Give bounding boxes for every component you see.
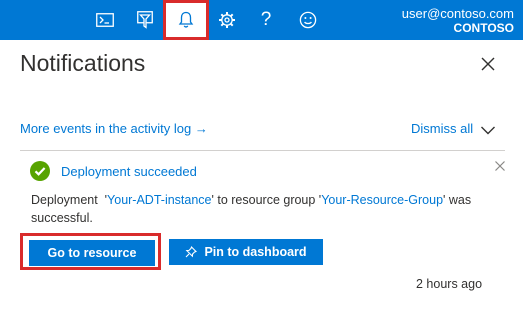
notifications-bell-icon[interactable]: [163, 0, 209, 40]
settings-gear-icon[interactable]: [214, 0, 240, 40]
notification-timestamp: 2 hours ago: [416, 277, 483, 291]
close-panel-icon[interactable]: [478, 54, 498, 74]
top-navigation-bar: ? user@contoso.com CONTOSO: [0, 0, 523, 40]
account-tenant: CONTOSO: [453, 21, 514, 35]
go-to-resource-button[interactable]: Go to resource: [29, 240, 155, 266]
pin-to-dashboard-button[interactable]: Pin to dashboard: [169, 239, 323, 265]
chevron-down-icon[interactable]: [480, 123, 496, 135]
help-icon[interactable]: ?: [253, 0, 279, 40]
notification-title: Deployment succeeded: [61, 164, 197, 179]
account-email: user@contoso.com: [401, 6, 514, 21]
highlight-box: Go to resource: [20, 233, 161, 270]
close-icon[interactable]: [494, 159, 506, 171]
panel-title: Notifications: [20, 50, 146, 76]
notification-message: Deployment 'Your-ADT-instance' to resour…: [31, 193, 472, 225]
cloud-shell-icon[interactable]: [92, 0, 118, 40]
pin-icon: [186, 246, 198, 258]
pin-button-label: Pin to dashboard: [204, 245, 307, 259]
feedback-smiley-icon[interactable]: [295, 0, 321, 40]
notification-card: Deployment succeeded Deployment 'Your-AD…: [20, 150, 505, 298]
directory-filter-icon[interactable]: [132, 0, 158, 40]
activity-log-link[interactable]: More events in the activity log →: [20, 121, 208, 136]
success-check-icon: [30, 161, 50, 181]
resource-name-link[interactable]: Your-ADT-instance: [107, 193, 211, 207]
dismiss-all-button[interactable]: Dismiss all: [411, 121, 473, 136]
resource-group-link[interactable]: Your-Resource-Group: [321, 193, 443, 207]
account-menu[interactable]: user@contoso.com CONTOSO: [402, 6, 514, 36]
